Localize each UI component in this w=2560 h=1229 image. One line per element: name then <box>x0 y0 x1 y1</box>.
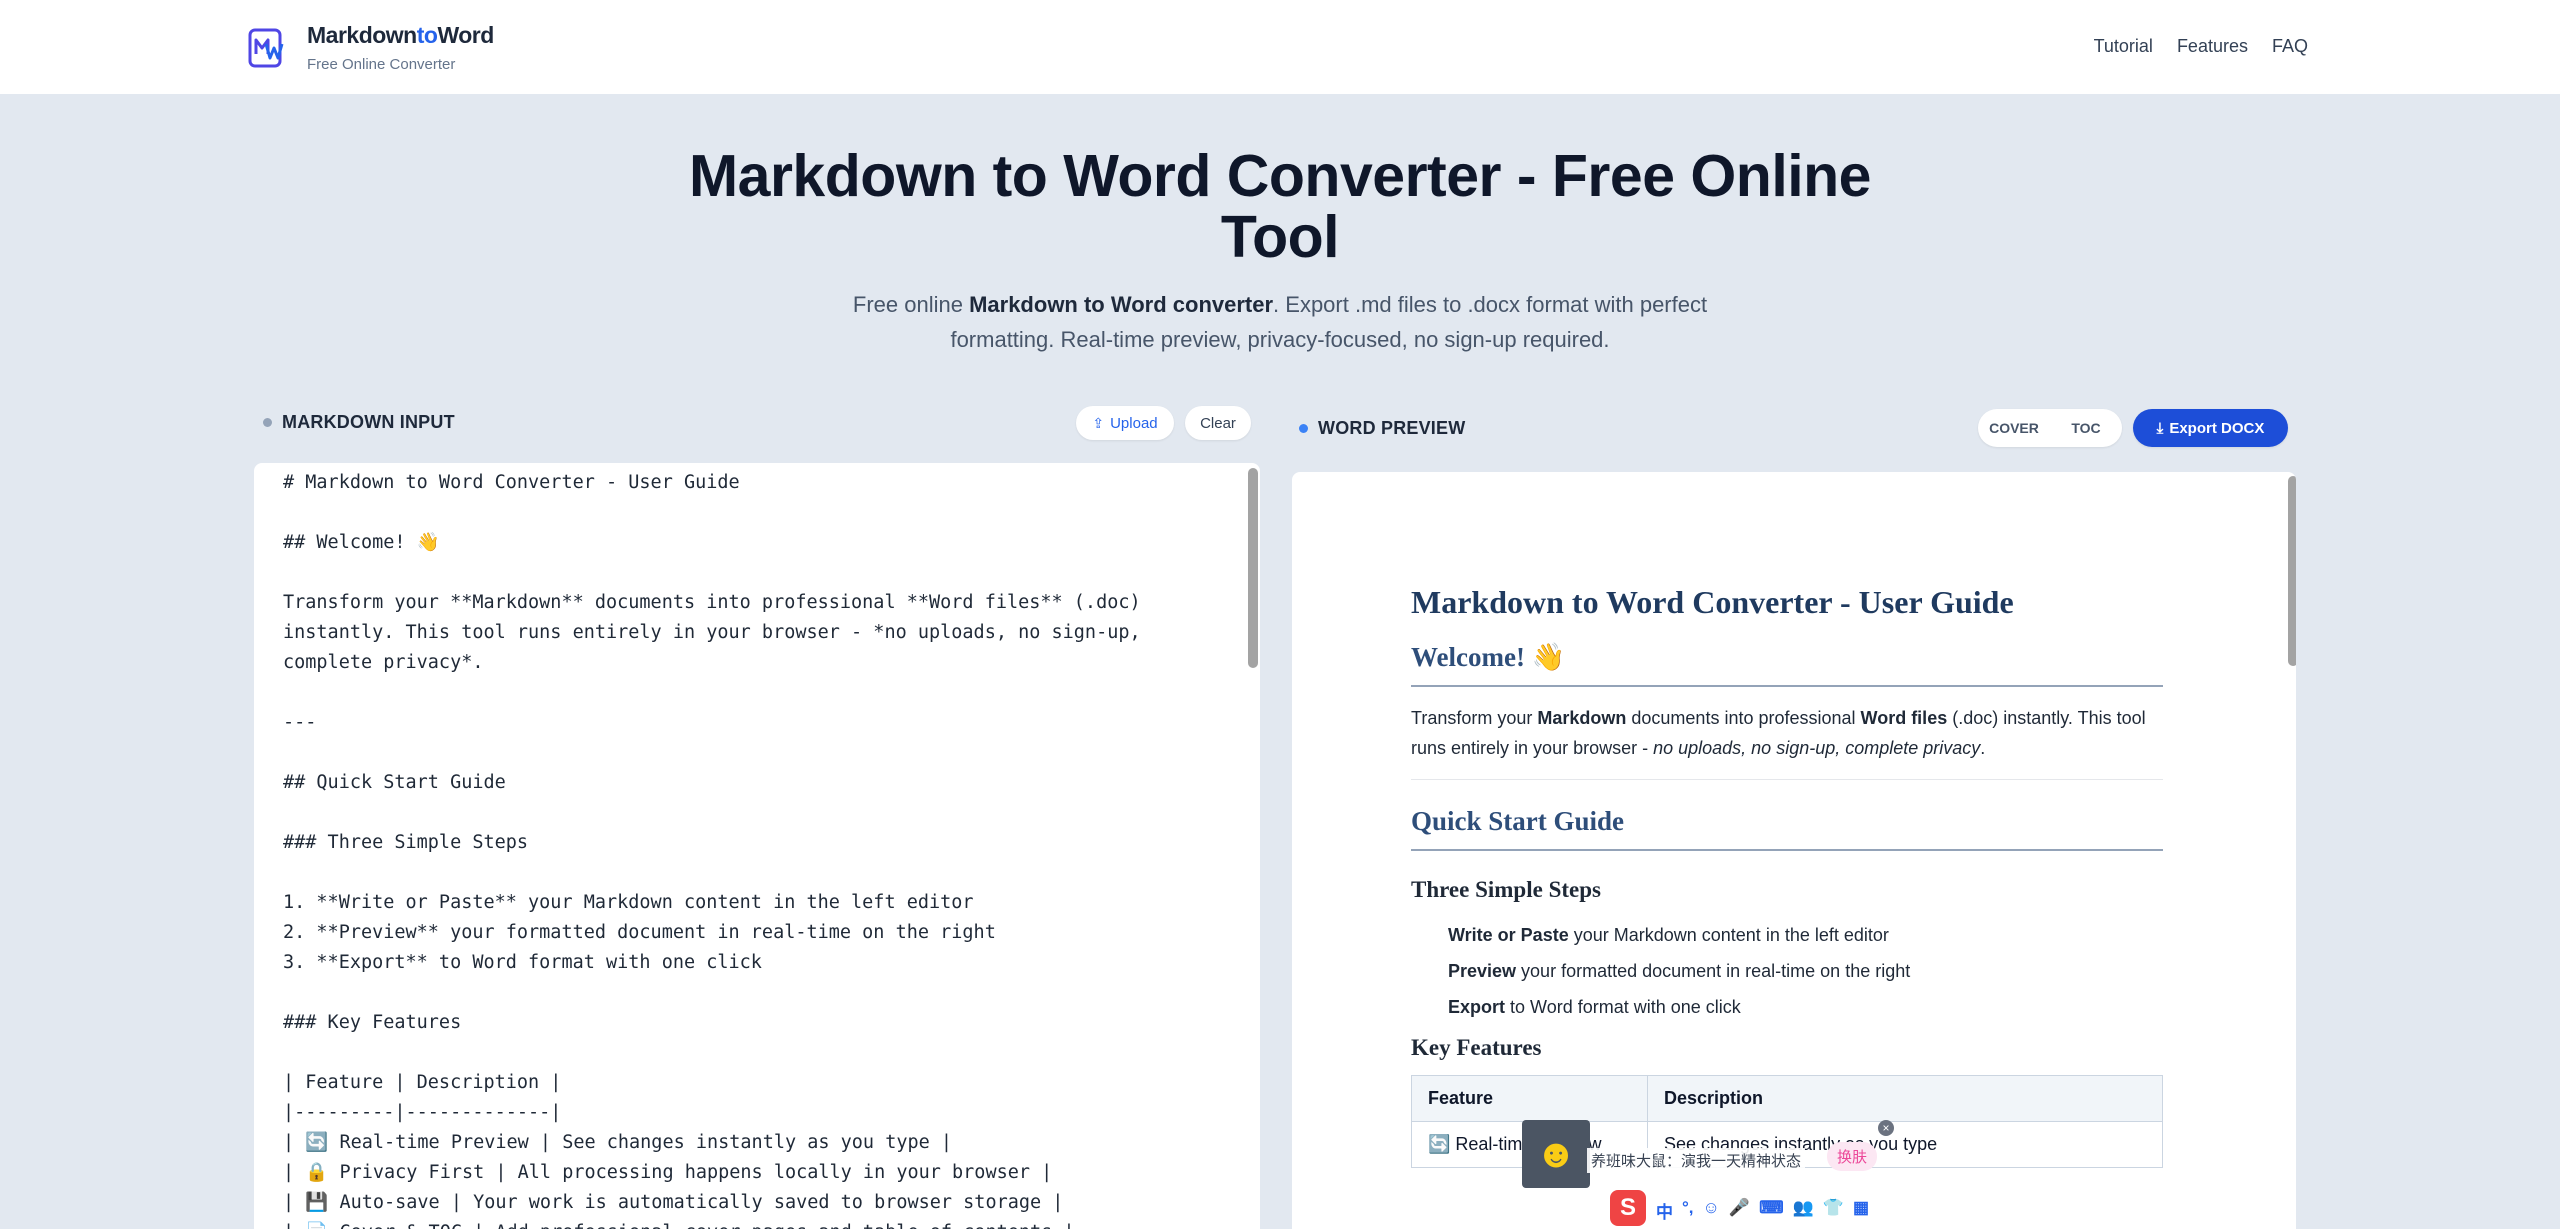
ime-keyboard-icon[interactable]: ⌨ <box>1759 1198 1784 1223</box>
doc-heading-features: Key Features <box>1411 1035 1542 1060</box>
editor-line: 1. **Write or Paste** your Markdown cont… <box>283 892 974 913</box>
doc-title: Markdown to Word Converter - User Guide <box>1411 584 2014 620</box>
markdown-editor[interactable]: # Markdown to Word Converter - User Guid… <box>254 463 1260 1229</box>
ime-news-text[interactable]: 养班味大鼠：演我一天精神状态 <box>1587 1148 1806 1173</box>
ime-voice-icon[interactable]: 🎤 <box>1729 1198 1750 1223</box>
ime-tool-icons: 中 °, ☺ 🎤 ⌨ 👥 👕 ▦ <box>1656 1198 1869 1223</box>
ime-lang-icon[interactable]: 中 <box>1656 1198 1673 1223</box>
logo-icon[interactable] <box>248 26 286 68</box>
doc-steps-list: Write or Paste your Markdown content in … <box>1411 917 2163 1025</box>
cover-toggle[interactable]: COVER <box>1978 420 2050 436</box>
list-item: Export to Word format with one click <box>1448 997 1741 1017</box>
editor-line: |---------|-------------| <box>283 1102 562 1123</box>
word-preview-label: WORD PREVIEW <box>1299 418 1465 439</box>
editor-line: --- <box>283 712 317 733</box>
brand-name[interactable]: MarkdowntoWord <box>307 22 494 49</box>
top-nav: Tutorial Features FAQ <box>2094 36 2308 57</box>
preview-document: Markdown to Word Converter - User Guide … <box>1411 584 2163 1168</box>
doc-divider <box>1411 779 2163 780</box>
table-header-row: Feature Description <box>1411 1075 2163 1122</box>
nav-features-link[interactable]: Features <box>2177 36 2248 57</box>
ime-menu-icon[interactable]: ▦ <box>1853 1198 1869 1223</box>
editor-line: 3. **Export** to Word format with one cl… <box>283 952 762 973</box>
download-icon: ⤓ <box>2156 419 2164 437</box>
doc-heading-welcome: Welcome! 👋 <box>1411 641 2163 687</box>
markdown-input-label: MARKDOWN INPUT <box>263 412 455 433</box>
export-docx-button[interactable]: ⤓ Export DOCX <box>2133 409 2288 447</box>
list-item: Preview your formatted document in real-… <box>1448 961 1911 981</box>
nav-tutorial-link[interactable]: Tutorial <box>2094 36 2153 57</box>
ime-logo-icon[interactable]: S <box>1610 1190 1646 1226</box>
editor-scrollbar[interactable] <box>1248 468 1258 668</box>
page-title: Markdown to Word Converter - Free Online… <box>689 143 1871 270</box>
upload-button[interactable]: ⇪ Upload <box>1076 406 1174 440</box>
markdown-textarea[interactable]: # Markdown to Word Converter - User Guid… <box>283 468 1141 1229</box>
editor-line: | 📄 Cover & TOC | Add professional cover… <box>283 1218 1141 1229</box>
clear-button[interactable]: Clear <box>1185 406 1251 440</box>
status-dot-icon <box>1299 424 1308 433</box>
editor-line: instantly. This tool runs entirely in yo… <box>283 622 1141 643</box>
table-header-cell: Description <box>1647 1075 2163 1122</box>
editor-line: | Feature | Description | <box>283 1072 562 1093</box>
word-preview: Markdown to Word Converter - User Guide … <box>1292 472 2296 1229</box>
editor-line: ## Quick Start Guide <box>283 772 506 793</box>
ime-skin-button[interactable]: 换肤 <box>1827 1142 1877 1171</box>
editor-line: complete privacy*. <box>283 652 484 673</box>
ime-emoji-icon[interactable]: ☺ <box>1703 1198 1720 1223</box>
upload-icon: ⇪ <box>1092 414 1105 431</box>
ime-close-icon[interactable]: × <box>1878 1120 1894 1136</box>
ime-mascot-icon[interactable]: ☻ <box>1522 1120 1590 1188</box>
page-subtitle: Free online Markdown to Word converter. … <box>852 292 1708 352</box>
editor-line: | 🔄 Real-time Preview | See changes inst… <box>283 1132 953 1153</box>
doc-options-group: COVER TOC <box>1978 409 2122 447</box>
site-header: MarkdowntoWord Free Online Converter Tut… <box>0 0 2560 95</box>
table-header-cell: Feature <box>1411 1075 1648 1122</box>
list-item: Write or Paste your Markdown content in … <box>1448 925 1889 945</box>
editor-line: ### Three Simple Steps <box>283 832 529 853</box>
editor-line: ## Welcome! 👋 <box>283 532 440 553</box>
editor-line: # Markdown to Word Converter - User Guid… <box>283 472 740 493</box>
editor-line: 2. **Preview** your formatted document i… <box>283 922 996 943</box>
doc-heading-quick-start: Quick Start Guide <box>1411 806 2163 851</box>
nav-faq-link[interactable]: FAQ <box>2272 36 2308 57</box>
ime-punct-icon[interactable]: °, <box>1682 1198 1694 1223</box>
ime-skin-icon[interactable]: 👕 <box>1823 1198 1844 1223</box>
editor-line: | 💾 Auto-save | Your work is automatical… <box>283 1192 1064 1213</box>
doc-intro-paragraph: Transform your Markdown documents into p… <box>1411 708 2146 758</box>
doc-heading-steps: Three Simple Steps <box>1411 877 1601 902</box>
toc-toggle[interactable]: TOC <box>2050 420 2122 436</box>
ime-toolbar: ☻ 养班味大鼠：演我一天精神状态 换肤 × S 中 °, ☺ 🎤 ⌨ 👥 👕 ▦ <box>1522 1120 1894 1229</box>
ime-user-icon[interactable]: 👥 <box>1793 1198 1814 1223</box>
brand-subtitle: Free Online Converter <box>307 56 456 73</box>
editor-line: Transform your **Markdown** documents in… <box>283 592 1141 613</box>
preview-scrollbar[interactable] <box>2288 476 2296 666</box>
editor-line: | 🔒 Privacy First | All processing happe… <box>283 1162 1053 1183</box>
editor-line: ### Key Features <box>283 1012 462 1033</box>
status-dot-icon <box>263 418 272 427</box>
